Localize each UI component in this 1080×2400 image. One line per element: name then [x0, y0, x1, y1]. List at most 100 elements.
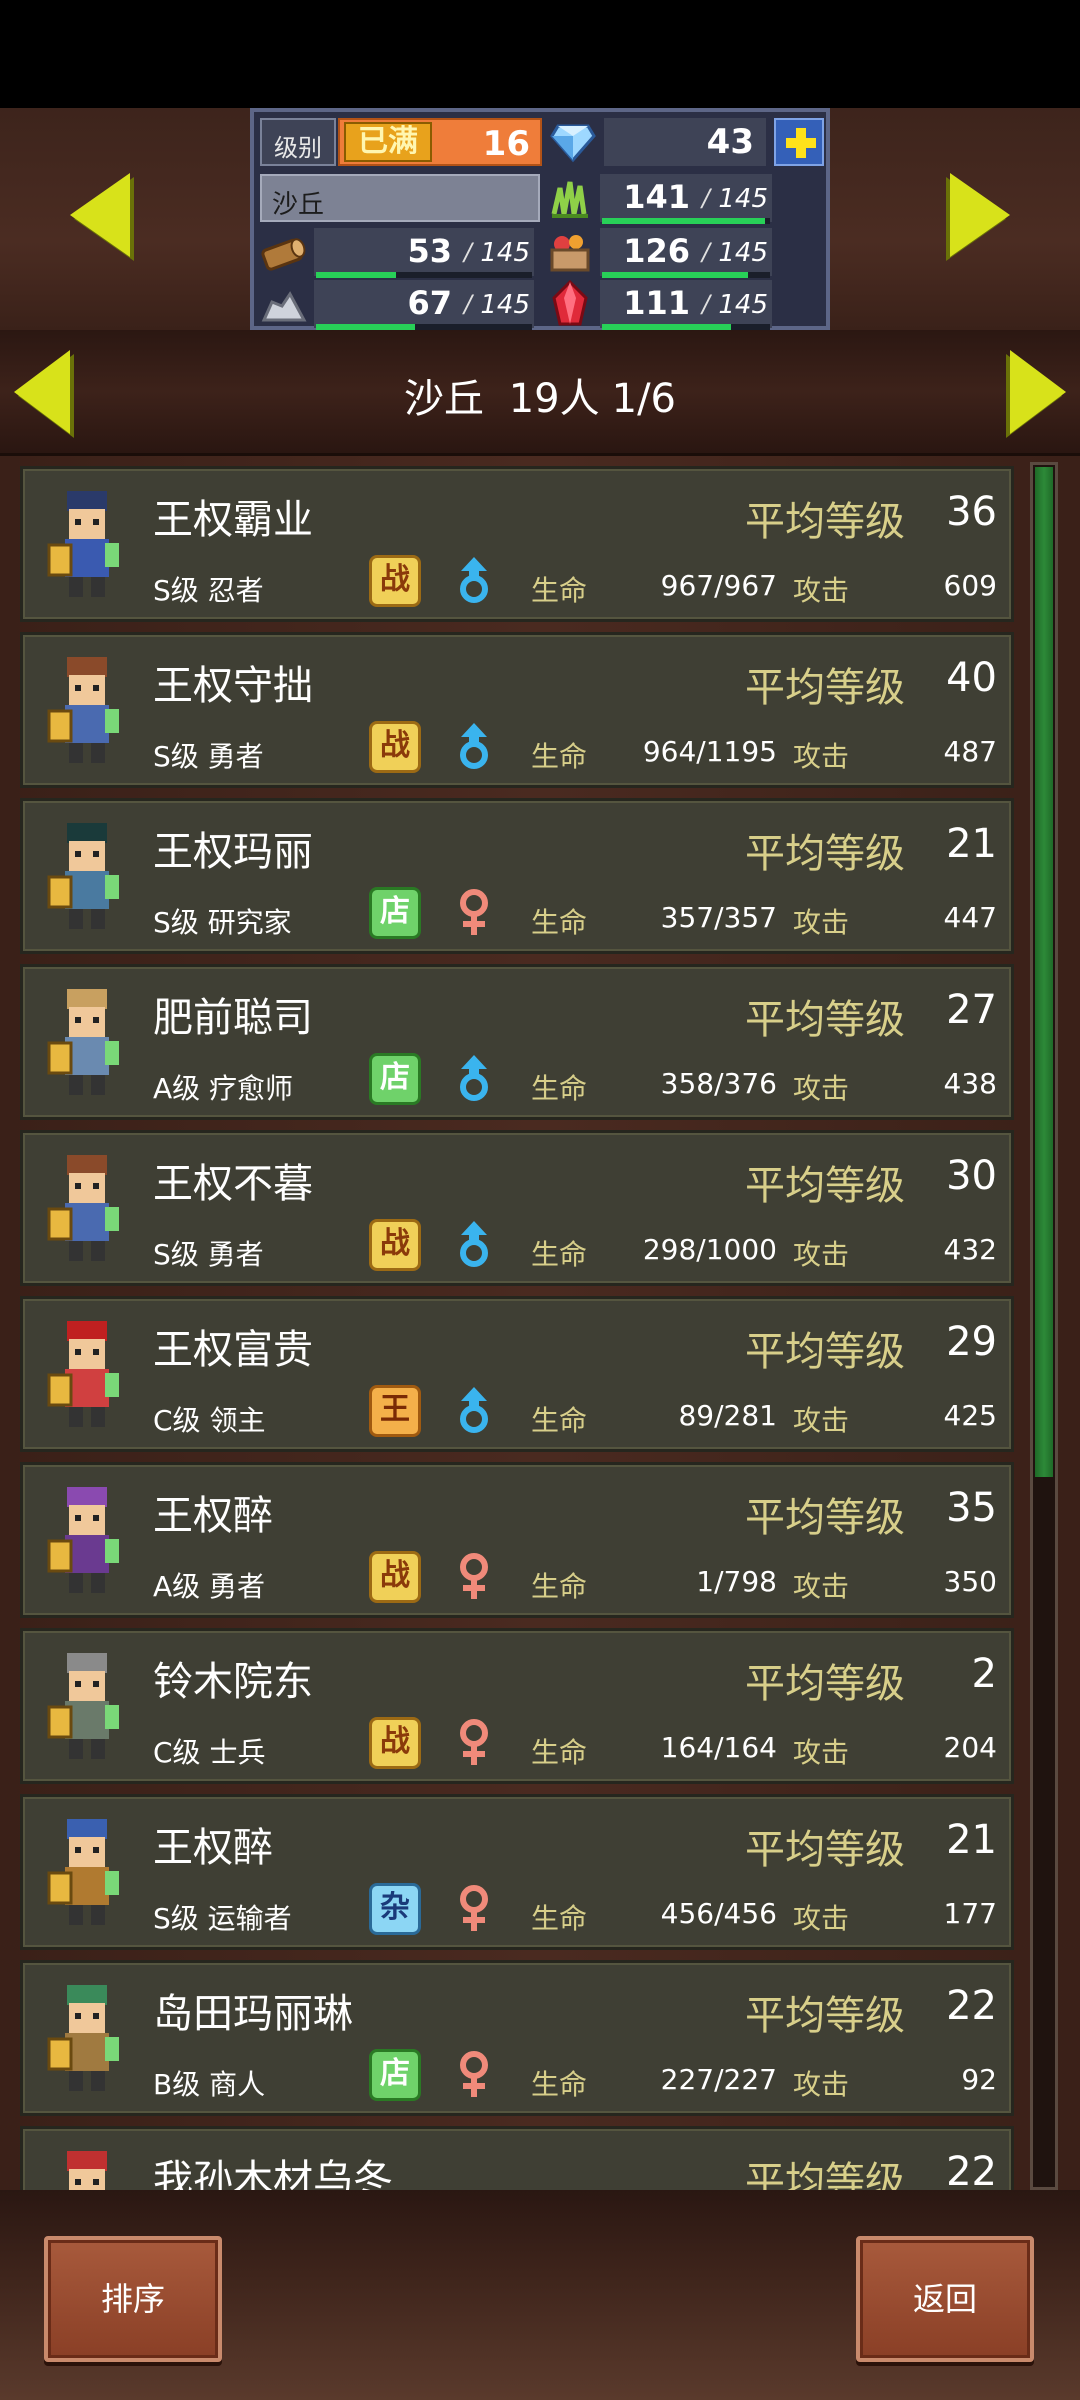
hero-rank-job: A级 勇者 [153, 1570, 266, 1603]
atk-value: 425 [943, 1399, 997, 1432]
job-category-badge: 店 [369, 2049, 421, 2101]
hero-list-item[interactable]: 王权醉 平均等级 35 A级 勇者 战 生命 1/798 攻击 350 [20, 1462, 1014, 1618]
atk-label: 攻击 [793, 1736, 850, 1769]
grass-current: 141 [623, 178, 690, 216]
scrollbar[interactable] [1030, 462, 1058, 2190]
avg-level-value: 40 [946, 655, 997, 701]
hero-rank-job: A级 疗愈师 [153, 1072, 294, 1105]
hero-list[interactable]: 王权霸业 平均等级 36 S级 忍者战生命 967/967 攻击 609 王权守拙 平均等级 40… [14, 460, 1020, 2190]
hero-avatar [37, 1315, 137, 1435]
crystal-current: 111 [623, 284, 690, 322]
atk-label: 攻击 [793, 1902, 850, 1935]
ore-current: 67 [407, 284, 452, 322]
hero-rank-job: S级 忍者 [153, 574, 264, 607]
hero-avatar [37, 1813, 137, 1933]
hero-list-item[interactable]: 肥前聪司 平均等级 27 A级 疗愈师 店 生命 358/376 攻击 438 [20, 964, 1014, 1120]
buy-gems-plus-button[interactable] [774, 118, 824, 166]
hp-value: 456/456 [660, 1897, 777, 1930]
female-icon [453, 887, 495, 939]
atk-value: 350 [943, 1565, 997, 1598]
next-area-arrow[interactable] [950, 173, 1010, 257]
hp-value: 967/967 [660, 569, 777, 602]
avg-level-label: 平均等级 [745, 1163, 905, 1209]
wood-bar [316, 272, 396, 278]
hero-list-item[interactable]: 王权玛丽 平均等级 21 S级 研究家 店 生命 357/357 攻击 447 [20, 798, 1014, 954]
level-bar: 已满 16 [338, 118, 542, 166]
avg-level-label: 平均等级 [745, 1661, 905, 1707]
ore-rock-icon [260, 280, 308, 328]
hero-list-item[interactable]: 我孙木材乌冬 平均等级 22 [20, 2126, 1014, 2190]
hero-rank-job: S级 运输者 [153, 1902, 292, 1935]
prev-area-arrow[interactable] [70, 173, 130, 257]
job-category-badge: 战 [369, 1219, 421, 1271]
atk-label: 攻击 [793, 1404, 850, 1437]
sort-button[interactable]: 排序 [44, 2236, 222, 2362]
avg-level-label: 平均等级 [745, 1329, 905, 1375]
area-title-count: 19人 [508, 376, 600, 422]
area-name: 沙丘 [272, 190, 325, 220]
atk-value: 92 [961, 2063, 997, 2096]
female-icon [453, 2049, 495, 2101]
avg-level-value: 22 [946, 1983, 997, 2029]
hp-label: 生命 [531, 1404, 588, 1437]
ore-max: 145 [480, 290, 530, 320]
hero-name: 铃木院东 [153, 1659, 313, 1705]
avg-level-label: 平均等级 [745, 1827, 905, 1873]
avg-level-label: 平均等级 [745, 499, 905, 545]
hero-rank-job: C级 士兵 [153, 1736, 266, 1769]
job-category-badge: 王 [369, 1385, 421, 1437]
grass-bar [602, 218, 765, 224]
scrollbar-thumb[interactable] [1035, 467, 1053, 1477]
male-icon [453, 721, 495, 773]
hero-list-item[interactable]: 王权醉 平均等级 21 S级 运输者 杂 生命 456/456 攻击 177 [20, 1794, 1014, 1950]
atk-value: 487 [943, 735, 997, 768]
job-category-badge: 战 [369, 721, 421, 773]
hero-avatar [37, 1979, 137, 2099]
status-bar-area [0, 0, 1080, 108]
avg-level-label: 平均等级 [745, 1993, 905, 2039]
hero-rank-job: B级 商人 [153, 2068, 266, 2101]
hero-list-item[interactable]: 王权不暮 平均等级 30 S级 勇者 战 生命 298/1000 攻击 432 [20, 1130, 1014, 1286]
hp-label: 生命 [531, 1238, 588, 1271]
level-max-badge: 已满 [344, 122, 432, 162]
hero-avatar [37, 983, 137, 1103]
wood-sep: / [463, 238, 472, 266]
hp-value: 227/227 [660, 2063, 777, 2096]
hp-label: 生命 [531, 2068, 588, 2101]
back-button[interactable]: 返回 [856, 2236, 1034, 2362]
crystal-resource: 111 / 145 [546, 279, 776, 330]
hero-rank-job: S级 研究家 [153, 906, 292, 939]
grass-sep: / [701, 184, 710, 212]
avg-level-value: 21 [946, 821, 997, 867]
hp-value: 357/357 [660, 901, 777, 934]
job-category-badge: 战 [369, 1717, 421, 1769]
hero-list-item[interactable]: 岛田玛丽琳 平均等级 22 B级 商人 店 生命 227/227 攻击 92 [20, 1960, 1014, 2116]
hp-label: 生命 [531, 1902, 588, 1935]
hero-list-item[interactable]: 王权富贵 平均等级 29 C级 领主 王 生命 89/281 攻击 425 [20, 1296, 1014, 1452]
hp-value: 164/164 [660, 1731, 777, 1764]
female-icon [453, 1883, 495, 1935]
hero-list-item[interactable]: 铃木院东 平均等级 2 C级 士兵 战 生命 164/164 攻击 204 [20, 1628, 1014, 1784]
grass-max: 145 [718, 184, 768, 214]
male-icon [453, 555, 495, 607]
hp-value: 298/1000 [642, 1233, 777, 1266]
hero-avatar [37, 1149, 137, 1269]
grass-resource: 141 / 145 [546, 174, 776, 224]
hero-list-item[interactable]: 王权守拙 平均等级 40 S级 勇者 战 生命 964/1195 攻击 487 [20, 632, 1014, 788]
atk-label: 攻击 [793, 1238, 850, 1271]
hero-name: 王权玛丽 [153, 829, 313, 875]
crystal-max: 145 [718, 290, 768, 320]
hero-list-item[interactable]: 王权霸业 平均等级 36 S级 忍者 战 生命 967/967 攻击 609 [20, 466, 1014, 622]
female-icon [453, 1717, 495, 1769]
grass-icon [546, 174, 594, 222]
area-name-box: 沙丘 [260, 174, 540, 222]
gem-count: 43 [604, 118, 766, 166]
hero-name: 王权霸业 [153, 497, 313, 543]
hp-value: 1/798 [696, 1565, 777, 1598]
atk-label: 攻击 [793, 2068, 850, 2101]
hp-label: 生命 [531, 574, 588, 607]
atk-label: 攻击 [793, 1570, 850, 1603]
atk-value: 204 [943, 1731, 997, 1764]
food-basket-icon [546, 228, 594, 276]
hero-name: 王权不暮 [153, 1161, 313, 1207]
